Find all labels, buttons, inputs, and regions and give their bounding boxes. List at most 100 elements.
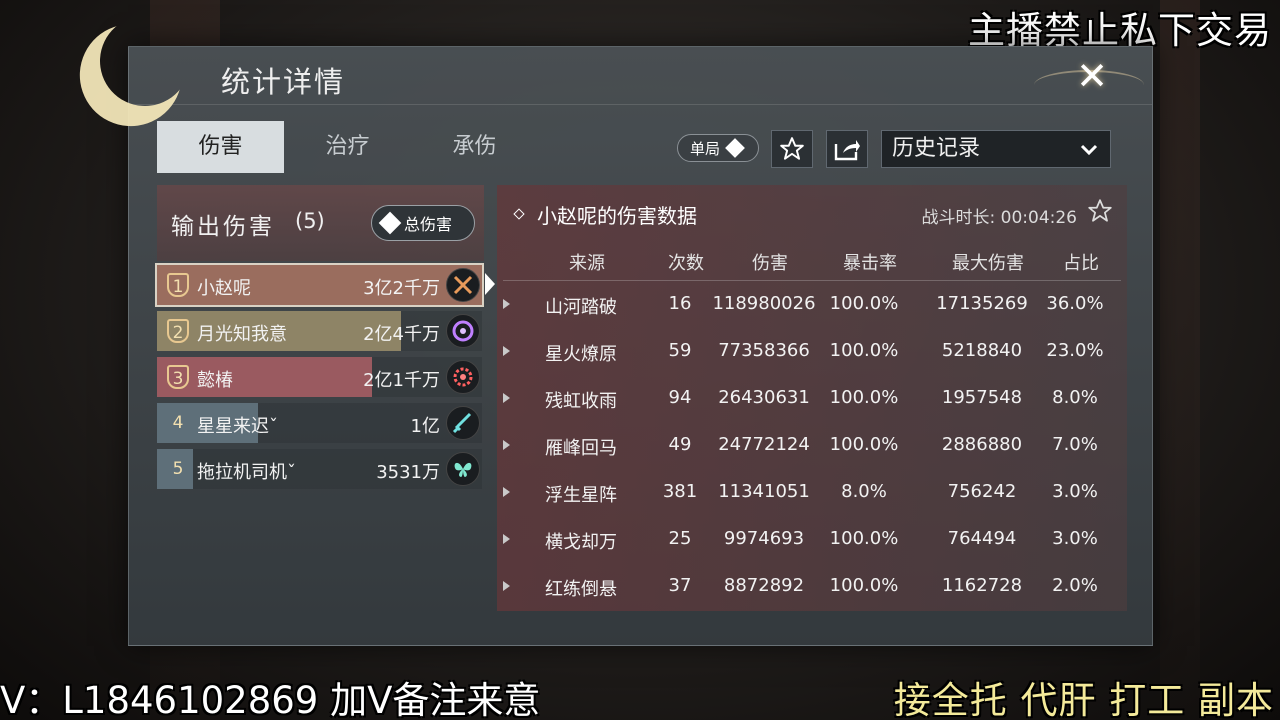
table-cell: 3.0% — [1052, 481, 1098, 502]
diamond-icon — [725, 138, 745, 158]
player-row[interactable]: 2 月光知我意 2亿4千万 — [157, 311, 482, 351]
table-row[interactable]: 横戈却万 25 9974693 100.0% 764494 3.0% — [497, 516, 1127, 563]
table-cell: 100.0% — [829, 575, 899, 596]
table-cell: 2886880 — [941, 434, 1023, 455]
table-cell: 1162728 — [941, 575, 1023, 596]
table-cell: 8.0% — [841, 481, 887, 502]
column-header: 占比 — [1063, 253, 1099, 274]
table-cell: 118980026 — [712, 293, 816, 314]
rank-number: 5 — [172, 459, 184, 479]
tab-damage-taken[interactable]: 承伤 — [411, 121, 538, 173]
share-icon — [834, 140, 860, 161]
table-body: 山河踏破 16 118980026 100.0% 17135269 36.0% 星火燎原 59… — [497, 281, 1127, 610]
tab-damage[interactable]: 伤害 — [157, 121, 284, 173]
table-cell: 红练倒悬 — [545, 579, 617, 600]
favorite-button[interactable] — [771, 130, 813, 168]
table-row[interactable]: 雁峰回马 49 24772124 100.0% 2886880 7.0% — [497, 422, 1127, 469]
table-cell: 36.0% — [1046, 293, 1104, 314]
table-cell: 7.0% — [1052, 434, 1098, 455]
damage-table: 来源 次数 伤害 暴击率 最大伤害 占比 山河踏破 16 118980026 100.… — [497, 243, 1127, 610]
stats-window: 统计详情 伤害 治疗 承伤 单局 历史记录 输出伤害 (5) 总伤害 1 小赵呢 3… — [128, 46, 1153, 646]
mode-label: 单局 — [690, 139, 721, 158]
table-row[interactable]: 残虹收雨 94 26430631 100.0% 1957548 8.0% — [497, 375, 1127, 422]
table-cell: 25 — [668, 528, 692, 549]
player-damage: 2亿4千万 — [363, 324, 440, 345]
window-title: 统计详情 — [221, 65, 346, 99]
expand-arrow-icon[interactable] — [503, 299, 510, 309]
star-icon — [780, 137, 804, 160]
table-cell: 26430631 — [718, 387, 810, 408]
ranking-title: 输出伤害 — [171, 214, 275, 240]
service-overlay: 接全托 代肝 打工 副本 — [893, 679, 1274, 720]
table-cell: 5218840 — [941, 340, 1023, 361]
selected-arrow-icon — [485, 273, 495, 295]
table-cell: 16 — [668, 293, 692, 314]
single-round-toggle[interactable]: 单局 — [677, 134, 759, 162]
expand-arrow-icon[interactable] — [503, 393, 510, 403]
total-damage-button[interactable]: 总伤害 — [371, 205, 475, 241]
table-row[interactable]: 山河踏破 16 118980026 100.0% 17135269 36.0% — [497, 281, 1127, 328]
player-name: 月光知我意 — [197, 324, 287, 345]
table-cell: 1957548 — [941, 387, 1023, 408]
table-cell: 100.0% — [829, 387, 899, 408]
player-row[interactable]: 4 星星来迟ˇ 1亿 — [157, 403, 482, 443]
table-cell: 横戈却万 — [545, 532, 617, 553]
table-cell: 山河踏破 — [545, 297, 617, 318]
table-cell: 3.0% — [1052, 528, 1098, 549]
column-header: 最大伤害 — [952, 253, 1024, 274]
table-cell: 756242 — [947, 481, 1017, 502]
detail-title: 小赵呢的伤害数据 — [537, 204, 697, 228]
table-row[interactable]: 红练倒悬 37 8872892 100.0% 1162728 2.0% — [497, 563, 1127, 610]
table-cell: 49 — [668, 434, 692, 455]
rank-shield-icon: 3 — [167, 365, 189, 389]
player-row[interactable]: 3 懿椿 2亿1千万 — [157, 357, 482, 397]
table-cell: 浮生星阵 — [545, 485, 617, 506]
expand-arrow-icon[interactable] — [503, 581, 510, 591]
damage-share-bar — [157, 357, 372, 397]
chevron-down-icon — [1080, 144, 1098, 156]
player-row[interactable]: 1 小赵呢 3亿2千万 — [155, 263, 495, 307]
lotus-icon — [446, 360, 480, 394]
table-cell: 星火燎原 — [545, 344, 617, 365]
expand-arrow-icon[interactable] — [503, 534, 510, 544]
table-cell: 100.0% — [829, 528, 899, 549]
column-header: 次数 — [668, 253, 704, 274]
expand-arrow-icon[interactable] — [503, 440, 510, 450]
player-damage: 1亿 — [410, 416, 440, 437]
sword-icon — [446, 406, 480, 440]
tab-healing[interactable]: 治疗 — [284, 121, 411, 173]
player-damage: 3531万 — [376, 462, 440, 483]
table-cell: 764494 — [947, 528, 1017, 549]
column-header: 暴击率 — [843, 253, 897, 274]
butterfly-icon — [446, 452, 480, 486]
close-button[interactable]: ✕ — [1064, 52, 1120, 102]
table-cell: 381 — [662, 481, 698, 502]
table-cell: 24772124 — [718, 434, 810, 455]
contact-overlay: V：L1846102869 加V备注来意 — [0, 679, 541, 720]
table-row[interactable]: 浮生星阵 381 11341051 8.0% 756242 3.0% — [497, 469, 1127, 516]
diamond-icon — [513, 208, 525, 220]
total-damage-label: 总伤害 — [404, 215, 453, 234]
moon-target-icon — [446, 314, 480, 348]
table-row[interactable]: 星火燎原 59 77358366 100.0% 5218840 23.0% — [497, 328, 1127, 375]
player-row[interactable]: 5 拖拉机司机ˇ 3531万 — [157, 449, 482, 489]
player-name: 星星来迟ˇ — [197, 416, 278, 437]
table-cell: 37 — [668, 575, 692, 596]
player-name: 小赵呢 — [197, 278, 251, 299]
ranking-header: 输出伤害 (5) 总伤害 — [157, 185, 484, 261]
history-label: 历史记录 — [892, 136, 981, 161]
player-name: 懿椿 — [197, 370, 233, 391]
expand-arrow-icon[interactable] — [503, 487, 510, 497]
history-dropdown[interactable]: 历史记录 — [881, 130, 1111, 168]
rank-shield-icon: 2 — [167, 319, 189, 343]
expand-arrow-icon[interactable] — [503, 346, 510, 356]
table-cell: 17135269 — [936, 293, 1028, 314]
background-streak — [1160, 0, 1200, 720]
diamond-icon — [378, 211, 402, 235]
table-cell: 9974693 — [723, 528, 805, 549]
star-icon[interactable] — [1087, 198, 1113, 224]
table-cell: 100.0% — [829, 340, 899, 361]
share-button[interactable] — [826, 130, 868, 168]
damage-detail-panel: 小赵呢的伤害数据 战斗时长: 00:04:26 来源 次数 伤害 暴击率 最大伤… — [497, 185, 1127, 611]
table-cell: 8872892 — [723, 575, 805, 596]
